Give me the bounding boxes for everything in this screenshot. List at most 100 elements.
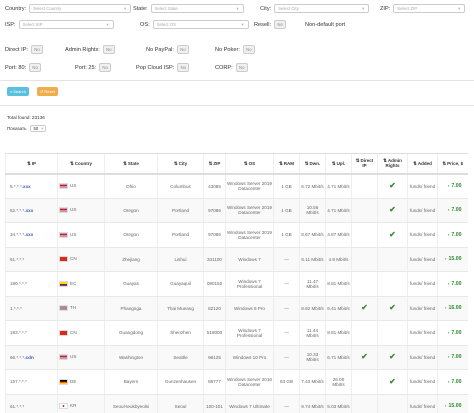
state-select[interactable]: Select State ▼	[150, 4, 244, 13]
ram-cell: —	[273, 271, 300, 297]
ip-cell: 61.*.*.*	[5, 394, 58, 413]
country-cell: CN	[57, 247, 105, 272]
country-select[interactable]: Select Country ▼	[29, 4, 132, 13]
price-cell[interactable]: ▪ 15.00	[437, 247, 468, 272]
price-cell[interactable]: ▪ 7.00	[437, 320, 468, 346]
price-cell[interactable]: ▪ 7.00	[437, 173, 468, 199]
price-cell[interactable]: ▪ 16.00	[437, 296, 468, 321]
country-cell: CN	[57, 320, 105, 346]
direct-ip-cell	[351, 369, 378, 395]
state-cell: Washington	[104, 345, 158, 370]
table-row[interactable]: 1.*.*.* TH Phangnga Thai Mueang 82120 Windows…	[5, 296, 468, 321]
sort-icon: ⇅	[26, 160, 31, 166]
admin-rights-toggle[interactable]: No	[102, 45, 115, 54]
column-header[interactable]: ⇅Price, $	[437, 153, 468, 175]
table-row[interactable]: 34.*.*.*.xxx US Oregon Portland 97086 Windows…	[5, 222, 468, 248]
resell-toggle[interactable]: No	[274, 20, 287, 29]
cart-icon: ▪	[447, 354, 450, 360]
price-cell[interactable]: ▪ 7.00	[437, 198, 468, 223]
column-header[interactable]: ⇅IP	[5, 153, 58, 175]
table-row[interactable]: 157.*.*.* DE Bayern Gunzenhausen 85777 Window…	[5, 369, 468, 395]
total-found: Total found: 23136	[7, 115, 45, 120]
column-header[interactable]: ⇅Admin Rights	[377, 153, 408, 175]
cart-icon: ▪	[447, 329, 450, 335]
country-cell: US	[57, 173, 105, 199]
zip-cell: 43085	[203, 173, 226, 199]
price-cell[interactable]: ▪ 7.00	[437, 369, 468, 395]
direct-ip-cell	[351, 271, 378, 297]
isp-label: ISP:	[5, 21, 16, 28]
table-row[interactable]: 5.*.*.*.xxx US Ohio Columbus 43085 Windows Se…	[5, 173, 468, 199]
admin-rights-cell: ✔	[377, 369, 408, 395]
column-header[interactable]: ⇅Added	[407, 153, 438, 175]
column-header[interactable]: ⇅Dwn.	[299, 153, 326, 175]
port-80-toggle[interactable]: No	[29, 63, 42, 72]
table-row[interactable]: 52.*.*.*.xxx US Oregon Portland 97086 Windows…	[5, 198, 468, 223]
chevron-down-icon: ▼	[105, 22, 110, 27]
download-cell: 11.47 Mbit/s	[299, 271, 326, 297]
port-25-toggle[interactable]: No	[99, 63, 112, 72]
country-cell: KR	[57, 394, 105, 413]
table-row[interactable]: 61.*.*.* KR Seoul-teukbyeolsi Seoul 100-101 W…	[5, 394, 468, 413]
state-cell: Seoul-teukbyeolsi	[104, 394, 158, 413]
admin-rights-cell	[377, 247, 408, 272]
page-size-select[interactable]: 50 ▼	[29, 125, 46, 132]
column-header[interactable]: ⇅OS	[225, 153, 274, 175]
download-cell: 6.11 Mbit/s	[299, 247, 326, 272]
os-cell: Windows Server 2019 Datacenter	[225, 173, 274, 199]
pop-cloud-isp-toggle[interactable]: No	[177, 63, 190, 72]
isp-select[interactable]: Select ISP ▼	[18, 20, 114, 29]
column-header[interactable]: ⇅Direct IP	[351, 153, 378, 175]
check-icon: ✔	[361, 352, 368, 362]
price-cell[interactable]: ▪ 7.00	[437, 271, 468, 297]
country-cell: EC	[57, 271, 105, 297]
upload-cell: 8.81 Mbit/s	[325, 271, 352, 297]
column-header[interactable]: ⇅RAM	[273, 153, 300, 175]
port-80-label: Port: 80:	[5, 64, 27, 71]
cart-icon: ▪	[447, 183, 450, 188]
state-cell: Bayern	[104, 369, 158, 395]
direct-ip-cell	[351, 394, 378, 413]
price-cell[interactable]: ▪ 7.00	[437, 222, 468, 248]
admin-rights-cell: ✔	[377, 173, 408, 199]
chevron-down-icon: ▼	[457, 6, 462, 11]
direct-ip-cell	[351, 247, 378, 272]
column-header[interactable]: ⇅ZIP	[203, 153, 226, 175]
search-button[interactable]: ⌕ Search	[7, 87, 29, 96]
download-cell: 8.67 Mbit/s	[299, 222, 326, 248]
table-row[interactable]: 190.*.*.* EC Guayas Guayaquil 090150 Windows …	[5, 271, 468, 297]
zip-cell: 98125	[203, 345, 226, 370]
column-header[interactable]: ⇅Upl.	[325, 153, 352, 175]
sort-icon: ⇅	[304, 160, 309, 166]
zip-select[interactable]: Select ZIP ▼	[393, 4, 466, 13]
th-flag-icon	[59, 305, 68, 312]
upload-cell: 26.00 Mbit/s	[325, 369, 352, 395]
reset-button[interactable]: ↺ Reset	[37, 87, 58, 96]
sort-icon: ⇅	[355, 158, 360, 164]
price-cell[interactable]: ▪ 15.00	[437, 394, 468, 413]
cn-flag-icon	[59, 256, 68, 263]
table-row[interactable]: 61.*.*.* CN Zhejiang Lishui 331100 Windows 7—…	[5, 247, 468, 272]
added-cell: funds/ friend	[407, 320, 438, 346]
column-header[interactable]: ⇅Country	[57, 153, 105, 175]
no-paypal-label: No PayPal:	[146, 46, 174, 53]
direct-ip-toggle[interactable]: No	[31, 45, 44, 54]
city-select[interactable]: Select City ▼	[274, 4, 370, 13]
column-header[interactable]: ⇅City	[157, 153, 204, 175]
no-paypal-toggle[interactable]: No	[176, 45, 189, 54]
price-cell[interactable]: ▪ 7.00	[437, 345, 468, 370]
os-select[interactable]: Select OS ▼	[152, 20, 249, 29]
no-poker-toggle[interactable]: No	[242, 45, 255, 54]
admin-rights-cell: ✔	[377, 222, 408, 248]
os-cell: Windows 7 Ultimate	[225, 394, 274, 413]
column-header[interactable]: ⇅State	[104, 153, 158, 175]
corp-toggle[interactable]: No	[235, 63, 248, 72]
search-icon: ⌕	[10, 89, 13, 94]
state-cell: Oregon	[104, 198, 158, 223]
table-row[interactable]: 66.*.*.*.cdn US Washington Seattle 98125 Wind…	[5, 345, 468, 370]
reset-icon: ↺	[40, 89, 44, 94]
cn-flag-icon	[59, 329, 68, 336]
table-row[interactable]: 183.*.*.* CN Guangdong Shenzhen 518000 Window…	[5, 320, 468, 346]
added-cell: funds/ friend	[407, 394, 438, 413]
direct-ip-cell: ✔	[351, 296, 378, 321]
